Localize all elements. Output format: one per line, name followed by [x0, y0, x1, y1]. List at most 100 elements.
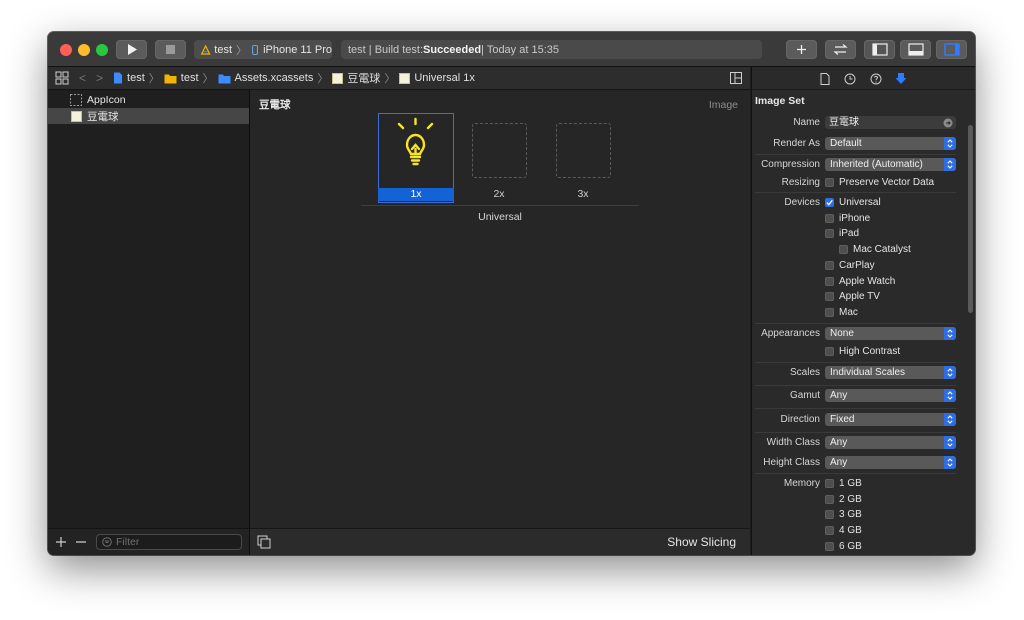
checkmark-icon	[826, 199, 833, 206]
toggle-debug-area-button[interactable]	[900, 40, 931, 59]
device-checkbox-mac[interactable]: Mac	[825, 306, 858, 319]
direction-popup[interactable]: Fixed	[825, 413, 956, 426]
device-checkbox-apple-tv[interactable]: Apple TV	[825, 290, 880, 303]
lightbulb-icon	[397, 117, 434, 166]
device-checkbox-iphone[interactable]: iPhone	[825, 212, 870, 225]
width-class-popup[interactable]: Any	[825, 436, 956, 449]
scales-value: Individual Scales	[830, 367, 906, 378]
memory-checkbox-1gb[interactable]: 1 GB	[825, 477, 862, 490]
scheme-name: test	[214, 43, 233, 56]
remove-asset-minus-icon[interactable]	[75, 536, 87, 548]
checkbox-label: 2 GB	[839, 494, 862, 505]
breadcrumb-project[interactable]: test	[113, 72, 145, 84]
name-field[interactable]: 豆電球	[825, 116, 956, 129]
minimize-window-button[interactable]	[78, 44, 90, 56]
device-checkbox-mac-catalyst[interactable]: Mac Catalyst	[839, 243, 911, 256]
breadcrumb-label: Universal 1x	[414, 72, 475, 84]
breadcrumb-slot[interactable]: Universal 1x	[399, 72, 475, 84]
go-arrow-circle-icon[interactable]	[943, 118, 953, 128]
library-button[interactable]	[786, 40, 817, 59]
checkbox-box[interactable]	[825, 308, 834, 317]
file-inspector-icon[interactable]	[820, 73, 830, 85]
help-inspector-icon[interactable]	[870, 73, 882, 85]
checkbox-label: 4 GB	[839, 525, 862, 536]
scales-popup[interactable]: Individual Scales	[825, 366, 956, 379]
related-items-grid-icon[interactable]	[55, 71, 69, 85]
checkbox-box[interactable]	[825, 292, 834, 301]
checkbox-label: CarPlay	[839, 260, 875, 271]
checkbox-box[interactable]	[825, 347, 834, 356]
name-value: 豆電球	[829, 117, 859, 128]
memory-checkbox-2gb[interactable]: 2 GB	[825, 493, 862, 506]
show-slicing-button[interactable]: Show Slicing	[667, 535, 736, 549]
direction-label: Direction	[780, 414, 820, 425]
zoom-window-button[interactable]	[96, 44, 108, 56]
folder-icon	[164, 74, 177, 83]
resizing-label: Resizing	[781, 177, 820, 188]
slot-2x-label[interactable]: 2x	[461, 188, 537, 201]
asset-list-item-bulb[interactable]: 豆電球	[48, 108, 249, 124]
popup-chevrons-icon	[944, 327, 956, 340]
breadcrumb-catalog[interactable]: Assets.xcassets	[218, 72, 313, 84]
render-as-popup[interactable]: Default	[825, 137, 956, 150]
forward-chevron-icon[interactable]: >	[96, 71, 103, 85]
code-review-button[interactable]	[825, 40, 856, 59]
close-window-button[interactable]	[60, 44, 72, 56]
memory-checkbox-4gb[interactable]: 4 GB	[825, 524, 862, 537]
toggle-inspector-button[interactable]	[936, 40, 967, 59]
checkbox-box[interactable]	[825, 479, 834, 488]
device-checkbox-universal[interactable]: Universal	[825, 196, 881, 209]
copy-stack-icon[interactable]	[257, 535, 271, 549]
row-width-class: Width Class Any	[752, 436, 964, 450]
asset-list-item-appicon[interactable]: AppIcon	[48, 92, 249, 108]
checkbox-box[interactable]	[825, 198, 834, 207]
appearances-popup[interactable]: None	[825, 327, 956, 340]
checkbox-box[interactable]	[839, 245, 848, 254]
back-chevron-icon[interactable]: <	[79, 71, 86, 85]
high-contrast-checkbox[interactable]: High Contrast	[825, 345, 900, 358]
plus-icon	[797, 45, 806, 54]
row-scales: Scales Individual Scales	[752, 366, 964, 380]
checkbox-box[interactable]	[825, 495, 834, 504]
scheme-selector[interactable]: test 〉 iPhone 11 Pro	[194, 40, 332, 59]
breadcrumb-separator: 〉	[317, 73, 329, 85]
checkbox-label: Mac	[839, 307, 858, 318]
device-checkbox-apple-watch[interactable]: Apple Watch	[825, 275, 895, 288]
attributes-inspector-icon[interactable]	[895, 72, 907, 85]
checkbox-box[interactable]	[825, 510, 834, 519]
add-editor-icon[interactable]	[730, 72, 742, 84]
checkbox-box[interactable]	[825, 542, 834, 551]
preserve-vector-data-checkbox[interactable]: Preserve Vector Data	[825, 176, 934, 189]
checkbox-box[interactable]	[825, 277, 834, 286]
slot-3x-dropzone[interactable]	[556, 123, 611, 178]
compression-popup[interactable]: Inherited (Automatic)	[825, 158, 956, 171]
device-checkbox-ipad[interactable]: iPad	[825, 227, 859, 240]
breadcrumb-image-set[interactable]: 豆電球	[332, 70, 380, 86]
history-inspector-icon[interactable]	[844, 73, 856, 85]
checkbox-label: Apple Watch	[839, 276, 896, 287]
gamut-popup[interactable]: Any	[825, 389, 956, 402]
stop-icon	[166, 45, 175, 54]
checkbox-box[interactable]	[825, 229, 834, 238]
checkbox-box[interactable]	[825, 526, 834, 535]
memory-checkbox-6gb[interactable]: 6 GB	[825, 540, 862, 553]
slot-1x-label[interactable]: 1x	[378, 188, 454, 201]
checkbox-box[interactable]	[825, 178, 834, 187]
run-button[interactable]	[116, 40, 147, 59]
add-asset-plus-icon[interactable]	[55, 536, 67, 548]
toggle-navigator-button[interactable]	[864, 40, 895, 59]
checkbox-box[interactable]	[825, 214, 834, 223]
row-gamut: Gamut Any	[752, 389, 964, 403]
filter-input[interactable]: Filter	[96, 534, 242, 550]
popup-chevrons-icon	[944, 389, 956, 402]
breadcrumb-group[interactable]: test	[164, 72, 199, 84]
slot-1x-image[interactable]	[388, 116, 443, 171]
slot-3x-label[interactable]: 3x	[545, 188, 621, 201]
device-checkbox-carplay[interactable]: CarPlay	[825, 259, 875, 272]
height-class-popup[interactable]: Any	[825, 456, 956, 469]
checkbox-box[interactable]	[825, 261, 834, 270]
stop-button[interactable]	[155, 40, 186, 59]
slot-2x-dropzone[interactable]	[472, 123, 527, 178]
inspector-scrollbar[interactable]	[968, 125, 973, 313]
memory-checkbox-3gb[interactable]: 3 GB	[825, 508, 862, 521]
